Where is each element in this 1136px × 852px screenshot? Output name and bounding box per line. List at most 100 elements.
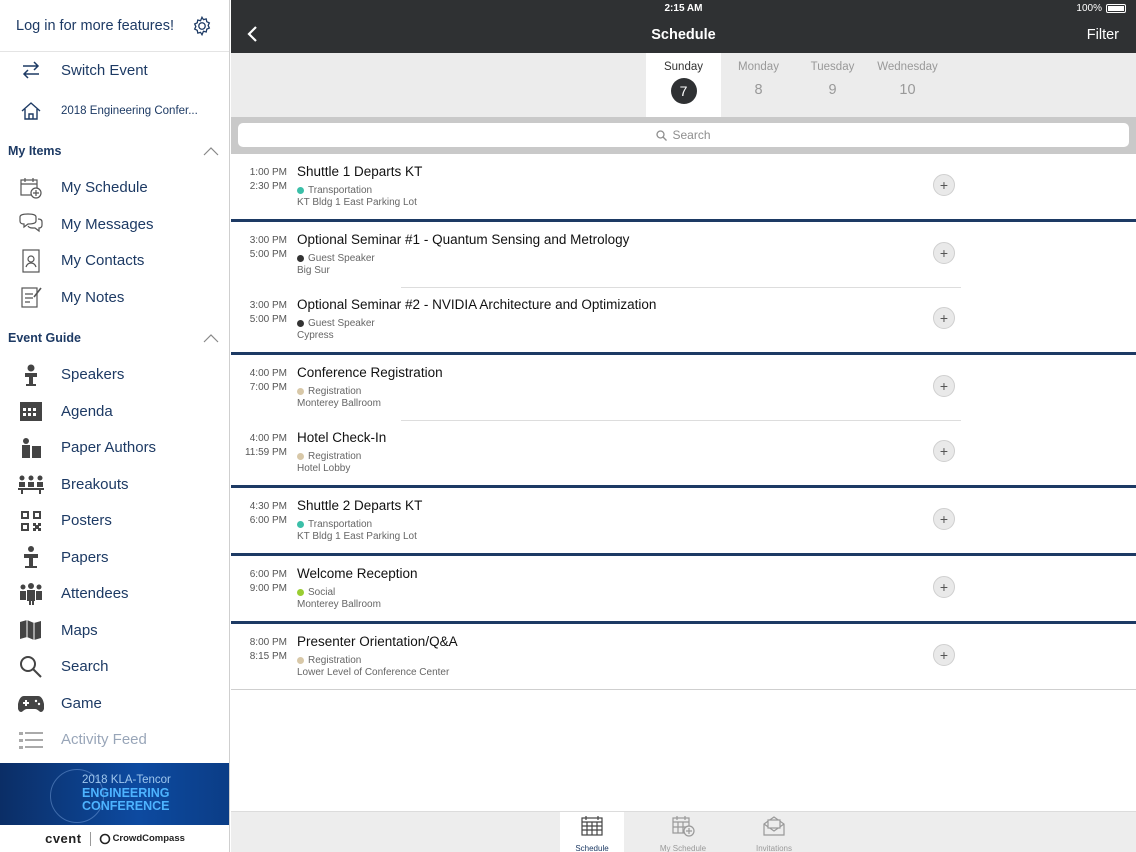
plus-icon: + [939,647,949,663]
add-to-schedule-button[interactable]: + [933,242,955,264]
event-row[interactable]: 8:00 PM 8:15 PM Presenter Orientation/Q&A R… [231,624,1136,689]
day-tab-sunday[interactable]: Sunday 7 [646,53,721,117]
gear-icon[interactable] [191,15,213,37]
sidebar-item-speakers[interactable]: Speakers [0,357,229,394]
event-category: Transportation [297,185,372,196]
event-guide-header[interactable]: Event Guide [0,320,229,357]
event-row[interactable]: 6:00 PM 9:00 PM Welcome Reception Social Mon… [231,556,1136,621]
day-tab-tuesday[interactable]: Tuesday 9 [795,53,870,117]
add-to-schedule-button[interactable]: + [933,508,955,530]
event-row[interactable]: 4:30 PM 6:00 PM Shuttle 2 Departs KT Transp… [231,488,1136,553]
event-row[interactable]: 1:00 PM 2:30 PM Shuttle 1 Departs KT Transp… [231,154,1136,219]
banner-line2-text: ENGINEERING [82,786,170,800]
event-times: 4:30 PM 6:00 PM [231,500,287,528]
contacts-icon [18,248,44,274]
event-end-time: 6:00 PM [249,515,287,526]
category-label: Guest Speaker [308,253,375,264]
sidebar-item-papers[interactable]: Papers [0,539,229,576]
sidebar-item-game[interactable]: Game [0,685,229,722]
sidebar-item-paper-authors[interactable]: Paper Authors [0,430,229,467]
qr-code-icon [18,508,44,534]
chevron-up-icon [203,334,219,343]
login-link[interactable]: Log in for more features! [16,18,174,34]
event-group: 6:00 PM 9:00 PM Welcome Reception Social Mon… [231,556,1136,624]
battery-icon [1106,4,1126,13]
sidebar-item-attendees[interactable]: Attendees [0,576,229,613]
notes-icon [18,284,44,310]
add-to-schedule-button[interactable]: + [933,440,955,462]
add-to-schedule-button[interactable]: + [933,174,955,196]
calendar-plus-icon [18,175,44,201]
sidebar-item-label: Paper Authors [61,439,157,457]
plus-icon: + [939,177,949,193]
main-panel: 2:15 AM 100% Schedule Filter Sunday 7 Mo… [231,0,1136,852]
event-end-time: 2:30 PM [249,181,287,192]
authors-icon [18,435,44,461]
sidebar-item-switch-event[interactable]: Switch Event [0,52,229,89]
day-number: 8 [754,82,763,98]
add-to-schedule-button[interactable]: + [933,307,955,329]
agenda-icon [18,398,44,424]
event-category: Social [297,587,335,598]
section-title: My Items [8,144,62,158]
my-items-header[interactable]: My Items [0,133,229,170]
sidebar-item-my-messages[interactable]: My Messages [0,206,229,243]
sidebar-item-agenda[interactable]: Agenda [0,393,229,430]
day-number: 7 [670,78,697,104]
status-time: 2:15 AM [664,3,703,14]
category-label: Transportation [308,519,373,530]
category-dot [297,657,304,664]
event-row[interactable]: 4:00 PM 11:59 PM Hotel Check-In Registratio… [231,420,1136,485]
sidebar-item-posters[interactable]: Posters [0,503,229,540]
home-icon [18,98,44,124]
sidebar-item-my-schedule[interactable]: My Schedule [0,170,229,207]
event-start-time: 3:00 PM [249,300,287,311]
day-name: Wednesday [877,61,938,73]
crowdcompass-mark-icon [99,833,110,844]
sidebar-item-breakouts[interactable]: Breakouts [0,466,229,503]
crowdcompass-logo: CrowdCompass [99,833,185,845]
event-row[interactable]: 3:00 PM 5:00 PM Optional Seminar #2 - NVID… [231,287,1136,352]
sidebar-item-maps[interactable]: Maps [0,612,229,649]
event-end-time: 9:00 PM [249,583,287,594]
sidebar: Log in for more features! Switch Event 2… [0,0,230,852]
category-label: Transportation [308,185,373,196]
day-tab-wednesday[interactable]: Wednesday 10 [870,53,945,117]
gamepad-icon [18,690,44,716]
search-icon [656,129,668,141]
search-input[interactable]: Search [238,123,1129,147]
add-to-schedule-button[interactable]: + [933,375,955,397]
day-tab-monday[interactable]: Monday 8 [721,53,796,117]
crowdcompass-text: CrowdCompass [112,833,185,844]
logo-divider [89,831,91,846]
add-to-schedule-button[interactable]: + [933,644,955,666]
event-row[interactable]: 4:00 PM 7:00 PM Conference Registration Reg… [231,355,1136,420]
event-location: Big Sur [297,265,330,276]
map-icon [18,617,44,643]
sidebar-item-event-home[interactable]: 2018 Engineering Confer... [0,89,229,133]
event-title: Optional Seminar #1 - Quantum Sensing an… [297,232,630,247]
tab-schedule[interactable]: Schedule [560,812,624,852]
tab-my-schedule[interactable]: My Schedule [651,812,715,852]
category-dot [297,320,304,327]
search-icon [18,654,44,680]
tab-invitations[interactable]: Invitations [742,812,806,852]
filter-button[interactable]: Filter [1087,27,1119,43]
login-row[interactable]: Log in for more features! [0,0,229,52]
papers-icon [18,544,44,570]
event-start-time: 4:30 PM [249,501,287,512]
category-label: Registration [308,451,362,462]
category-label: Registration [308,386,362,397]
add-to-schedule-button[interactable]: + [933,576,955,598]
schedule-tab-icon [581,816,603,836]
plus-icon: + [939,579,949,595]
attendees-icon [18,581,44,607]
sidebar-item-search[interactable]: Search [0,649,229,686]
sidebar-item-label: Breakouts [61,475,129,493]
sidebar-item-activity-feed[interactable]: Activity Feed [0,722,229,759]
event-location: Cypress [297,330,334,341]
event-row[interactable]: 3:00 PM 5:00 PM Optional Seminar #1 - Quan… [231,222,1136,287]
category-dot [297,187,304,194]
sidebar-item-my-notes[interactable]: My Notes [0,279,229,316]
sidebar-item-my-contacts[interactable]: My Contacts [0,243,229,280]
